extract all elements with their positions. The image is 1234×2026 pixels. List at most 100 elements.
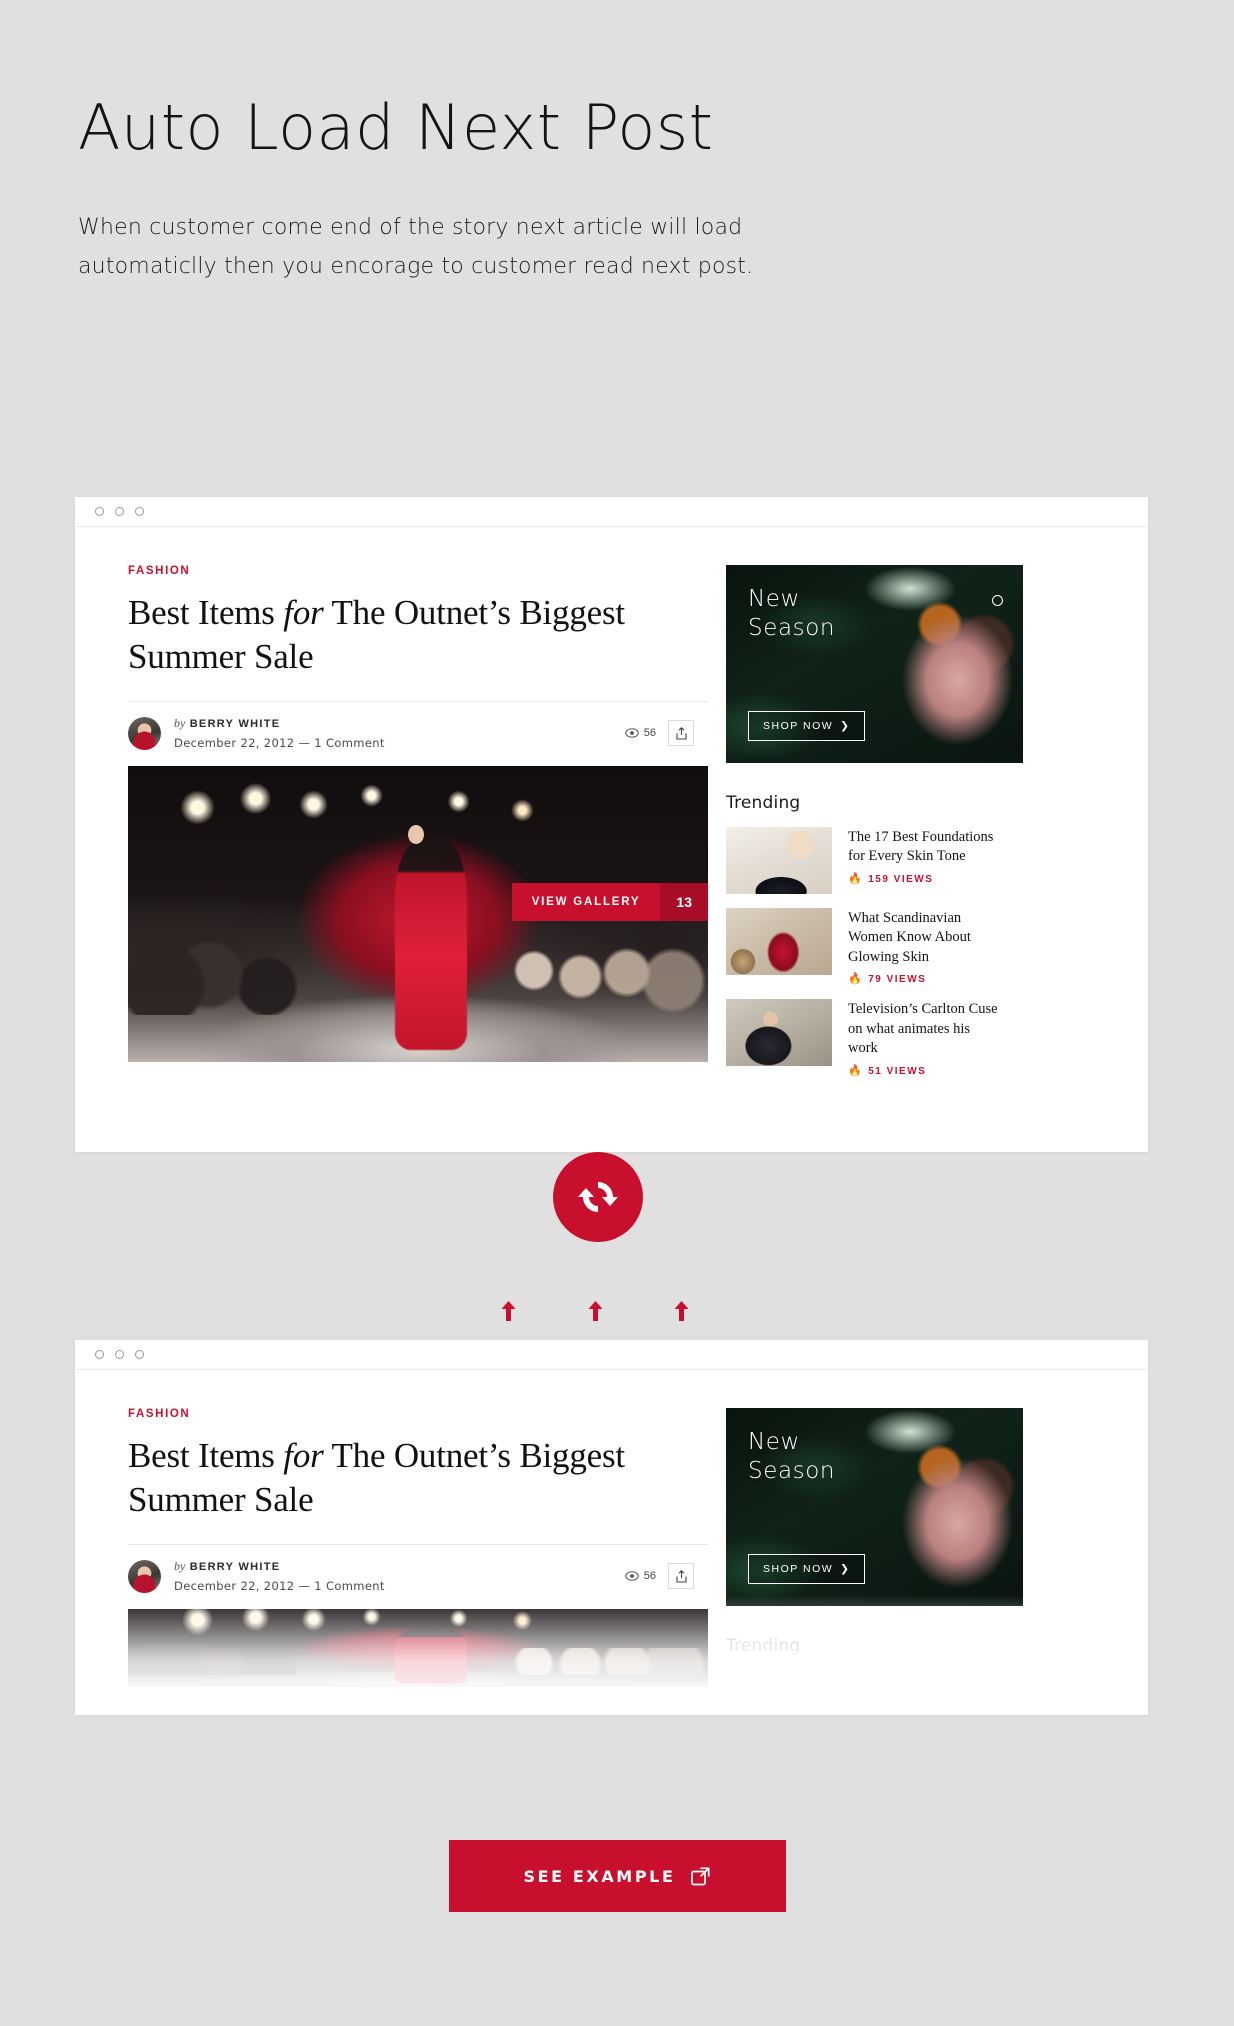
- flame-icon: 🔥: [848, 1064, 864, 1077]
- intro-section: Auto Load Next Post When customer come e…: [0, 0, 1234, 286]
- article-category[interactable]: FASHION: [128, 565, 708, 577]
- article-column-next: FASHION Best Items for The Outnet’s Bigg…: [75, 1408, 708, 1688]
- avatar: [128, 716, 161, 750]
- window-dot-maximize[interactable]: [135, 1350, 144, 1359]
- window-dot-close[interactable]: [95, 1350, 104, 1359]
- trending-thumbnail: [726, 908, 832, 975]
- view-gallery-button[interactable]: VIEW GALLERY 13: [511, 883, 708, 922]
- refresh-icon: [578, 1182, 618, 1212]
- article-date-comments: December 22, 2012 — 1 Comment: [174, 736, 385, 751]
- page-description: When customer come end of the story next…: [78, 215, 754, 280]
- shop-now-button[interactable]: SHOP NOW ❯: [748, 711, 866, 741]
- browser-chrome-top: [75, 497, 1148, 527]
- headline-italic: for: [283, 1436, 324, 1475]
- headline-italic: for: [283, 593, 324, 632]
- article-meta-row: by BERRY WHITE December 22, 2012 — 1 Com…: [128, 701, 708, 750]
- cta-section: SEE EXAMPLE: [0, 1840, 1234, 1912]
- article-date-comments: December 22, 2012 — 1 Comment: [174, 1579, 385, 1594]
- author-name: BERRY WHITE: [189, 718, 281, 731]
- ad-banner[interactable]: New Season SHOP NOW ❯: [726, 1408, 1023, 1606]
- trending-heading: Trending: [726, 1636, 801, 1656]
- trending-views-value: 79 VIEWS: [868, 974, 927, 986]
- trending-views: 🔥 79 VIEWS: [848, 973, 998, 986]
- article-headline[interactable]: Best Items for The Outnet’s Biggest Summ…: [128, 591, 708, 679]
- article-meta-row: by BERRY WHITE December 22, 2012 — 1 Com…: [128, 1544, 708, 1593]
- page-content-bottom: FASHION Best Items for The Outnet’s Bigg…: [75, 1370, 1148, 1688]
- model-figure: [394, 837, 467, 1051]
- byline-prefix: by: [174, 716, 186, 731]
- list-item[interactable]: Television’s Carlton Cuse on what animat…: [726, 999, 1148, 1077]
- view-count-value: 56: [643, 727, 656, 740]
- share-icon: [675, 726, 687, 740]
- browser-mockup-bottom: FASHION Best Items for The Outnet’s Bigg…: [75, 1340, 1148, 1715]
- window-dot-close[interactable]: [95, 507, 104, 516]
- chevron-right-icon: ❯: [840, 1563, 851, 1575]
- article-category[interactable]: FASHION: [128, 1408, 708, 1420]
- trending-views-value: 51 VIEWS: [868, 1065, 927, 1077]
- headline-text-1: Best Items: [128, 1436, 284, 1475]
- flame-icon: 🔥: [848, 973, 864, 986]
- arrow-up-icon: [588, 1301, 602, 1321]
- shop-now-button[interactable]: SHOP NOW ❯: [748, 1554, 866, 1584]
- external-link-icon: [691, 1866, 711, 1885]
- byline-prefix: by: [174, 1559, 186, 1574]
- author-byline[interactable]: by BERRY WHITE: [174, 1559, 385, 1574]
- arrow-up-icon: [674, 1301, 689, 1321]
- share-button[interactable]: [668, 1563, 694, 1590]
- author-byline[interactable]: by BERRY WHITE: [174, 716, 385, 731]
- see-example-button[interactable]: SEE EXAMPLE: [448, 1840, 786, 1912]
- page-content-top: FASHION Best Items for The Outnet’s Bigg…: [75, 527, 1148, 1077]
- trending-title[interactable]: Television’s Carlton Cuse on what animat…: [848, 1000, 998, 1058]
- avatar: [128, 1559, 161, 1593]
- trending-views: 🔥 159 VIEWS: [848, 872, 998, 885]
- article-hero-image[interactable]: [128, 1609, 708, 1688]
- article-column: FASHION Best Items for The Outnet’s Bigg…: [75, 565, 708, 1077]
- ad-title-line1: New: [748, 1429, 800, 1455]
- sidebar-column: New Season SHOP NOW ❯ Trending The 17 Bes…: [708, 565, 1148, 1077]
- trending-title[interactable]: The 17 Best Foundations for Every Skin T…: [848, 828, 998, 867]
- flame-icon: 🔥: [848, 872, 864, 885]
- trending-thumbnail: [726, 999, 832, 1067]
- ad-title: New Season: [748, 585, 835, 644]
- gallery-count: 13: [660, 883, 708, 922]
- upward-arrows-group: [500, 1300, 690, 1322]
- page-title: Auto Load Next Post: [78, 91, 714, 164]
- headline-text-1: Best Items: [128, 593, 284, 632]
- article-headline[interactable]: Best Items for The Outnet’s Biggest Summ…: [128, 1434, 708, 1522]
- arrow-up-icon: [501, 1301, 516, 1321]
- list-item[interactable]: The 17 Best Foundations for Every Skin T…: [726, 827, 1148, 894]
- share-icon: [675, 1569, 687, 1583]
- shop-now-label: SHOP NOW: [763, 720, 834, 732]
- ad-banner[interactable]: New Season SHOP NOW ❯: [726, 565, 1023, 763]
- view-count-block: 56: [624, 727, 656, 740]
- model-figure: [394, 1627, 467, 1685]
- author-block: by BERRY WHITE December 22, 2012 — 1 Com…: [128, 1559, 385, 1593]
- window-dot-maximize[interactable]: [135, 507, 144, 516]
- article-actions: 56: [624, 720, 694, 747]
- list-item[interactable]: What Scandinavian Women Know About Glowi…: [726, 908, 1148, 985]
- author-block: by BERRY WHITE December 22, 2012 — 1 Com…: [128, 716, 385, 750]
- view-count-value: 56: [643, 1570, 656, 1583]
- ad-title-line2: Season: [748, 615, 836, 642]
- circle-icon[interactable]: [992, 595, 1003, 606]
- ad-title-line1: New: [748, 586, 800, 612]
- window-dot-minimize[interactable]: [115, 507, 124, 516]
- shop-now-label: SHOP NOW: [763, 1563, 834, 1575]
- author-name: BERRY WHITE: [189, 1561, 281, 1574]
- article-hero-image[interactable]: VIEW GALLERY 13: [128, 766, 708, 1063]
- auto-load-refresh-badge[interactable]: [553, 1152, 643, 1242]
- window-dot-minimize[interactable]: [115, 1350, 124, 1359]
- eye-icon: [624, 728, 639, 738]
- share-button[interactable]: [668, 720, 694, 747]
- eye-icon: [624, 1571, 639, 1581]
- view-gallery-label: VIEW GALLERY: [531, 896, 641, 909]
- ad-title: New Season: [748, 1428, 835, 1487]
- trending-views-value: 159 VIEWS: [868, 873, 934, 885]
- chevron-right-icon: ❯: [840, 720, 851, 732]
- ad-title-line2: Season: [748, 1458, 836, 1485]
- trending-title[interactable]: What Scandinavian Women Know About Glowi…: [848, 909, 998, 967]
- browser-chrome-bottom: [75, 1340, 1148, 1370]
- trending-thumbnail: [726, 827, 832, 894]
- trending-heading: Trending: [726, 793, 801, 813]
- browser-mockup-top: FASHION Best Items for The Outnet’s Bigg…: [75, 497, 1148, 1152]
